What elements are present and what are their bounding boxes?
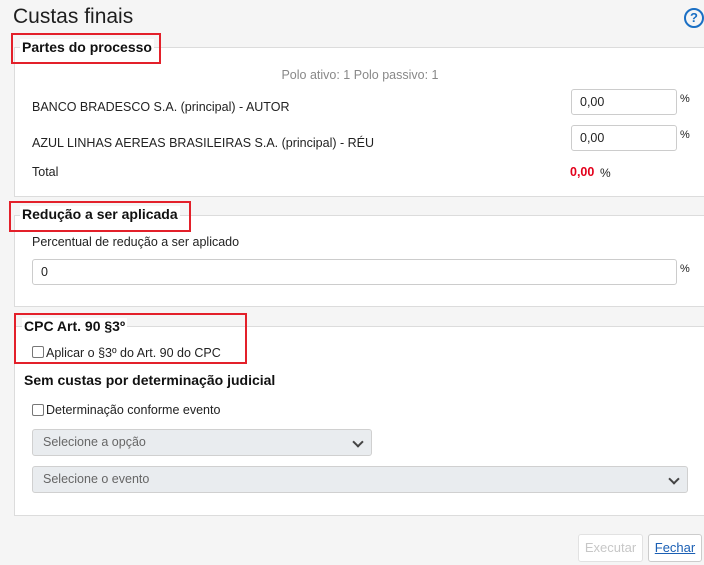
chevron-down-icon — [668, 473, 680, 485]
page-title: Custas finais — [13, 5, 134, 28]
event-select-value: Selecione o evento — [43, 472, 150, 486]
determinacao-checkbox[interactable] — [32, 404, 44, 416]
cpc-highlight — [14, 313, 247, 364]
total-unit: % — [600, 166, 611, 180]
polo-summary: Polo ativo: 1 Polo passivo: 1 — [281, 68, 439, 82]
reducao-unit: % — [680, 263, 690, 275]
party-name: AZUL LINHAS AEREAS BRASILEIRAS S.A. (pri… — [32, 136, 375, 150]
partes-highlight — [11, 33, 161, 64]
percent-unit: % — [680, 93, 690, 105]
option-select-value: Selecione a opção — [43, 435, 146, 449]
determinacao-checkbox-label[interactable]: Determinação conforme evento — [46, 403, 220, 417]
reducao-input[interactable]: 0 — [32, 259, 677, 285]
reducao-label: Percentual de redução a ser aplicado — [32, 235, 240, 249]
chevron-down-icon — [352, 436, 364, 448]
party-name: BANCO BRADESCO S.A. (principal) - AUTOR — [32, 100, 290, 114]
help-icon[interactable]: ? — [684, 8, 704, 28]
event-select[interactable]: Selecione o evento — [32, 466, 688, 493]
close-button-label: Fechar — [654, 540, 696, 555]
total-value: 0,00 — [570, 165, 595, 179]
percent-unit: % — [680, 129, 690, 141]
sem-custas-heading: Sem custas por determinação judicial — [24, 372, 276, 388]
close-button[interactable]: Fechar — [648, 534, 702, 562]
party-percent-input[interactable]: 0,00 — [571, 125, 677, 151]
party-percent-input[interactable]: 0,00 — [571, 89, 677, 115]
partes-panel: Polo ativo: 1 Polo passivo: 1 BANCO BRAD… — [14, 47, 704, 197]
execute-button[interactable]: Executar — [578, 534, 643, 562]
option-select[interactable]: Selecione a opção — [32, 429, 372, 456]
total-label: Total — [32, 165, 59, 179]
reducao-highlight — [9, 201, 191, 232]
